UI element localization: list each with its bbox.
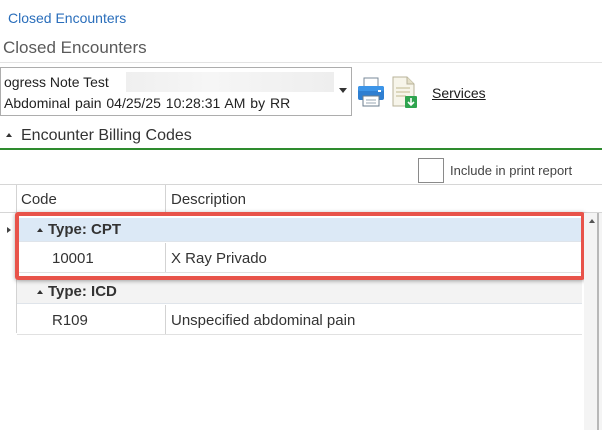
cell-description: X Ray Privado [171,250,267,267]
encounter-details: Abdominal pain 04/25/25 10:28:31 AM by R… [4,95,291,111]
window-edge [597,213,599,430]
include-in-print-checkbox[interactable] [418,158,444,183]
cell-code: R109 [17,305,166,334]
services-link[interactable]: Services [432,85,486,101]
column-header-description[interactable]: Description [166,185,586,212]
billing-codes-section-header[interactable]: Encounter Billing Codes [0,123,602,150]
table-row[interactable]: 10001 X Ray Privado [17,243,582,273]
group-row-cpt[interactable]: Type: CPT [17,218,582,242]
cell-code: 10001 [17,243,166,272]
printer-icon[interactable] [356,76,386,108]
group-collapse-icon[interactable] [37,290,43,294]
title-divider [0,62,602,63]
grid-header-border [0,212,602,213]
current-row-indicator-icon [7,227,11,233]
table-row[interactable]: R109 Unspecified abdominal pain [17,305,582,335]
grid-header: Code Description [16,185,586,212]
collapse-caret-icon[interactable] [6,133,12,137]
group-label: Type: CPT [48,221,122,238]
vertical-scrollbar[interactable] [584,213,602,430]
column-header-code[interactable]: Code [16,185,166,212]
group-collapse-icon[interactable] [37,228,43,232]
include-in-print-label: Include in print report [450,163,573,178]
group-label: Type: ICD [48,283,117,300]
group-row-icd[interactable]: Type: ICD [17,280,582,304]
document-download-icon[interactable] [390,75,420,109]
cell-description: Unspecified abdominal pain [171,312,356,329]
encounter-select[interactable]: ogress Note Test Abdominal pain 04/25/25… [0,67,352,116]
redacted-patient-info [126,72,334,92]
breadcrumb-closed-encounters[interactable]: Closed Encounters [8,10,126,26]
page-title: Closed Encounters [3,38,147,57]
scroll-up-arrow-icon[interactable] [589,219,595,223]
encounter-note-title: ogress Note Test [4,74,109,90]
chevron-down-icon[interactable] [339,88,347,93]
section-title: Encounter Billing Codes [21,127,192,144]
